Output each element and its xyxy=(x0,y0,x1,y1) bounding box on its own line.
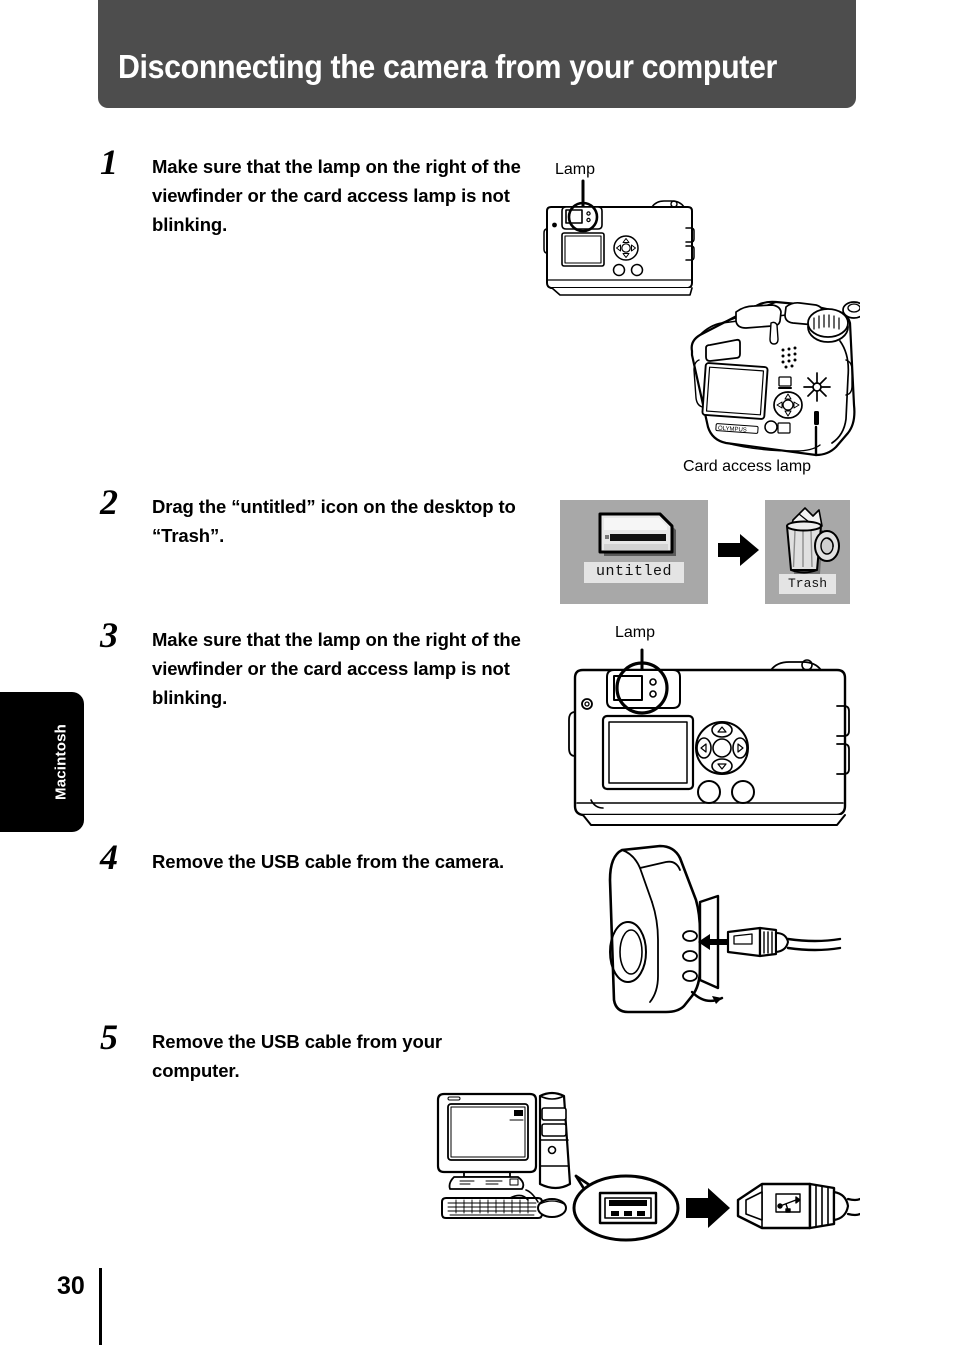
figure-step3-camera-back: Lamp xyxy=(565,620,857,832)
untitled-drive-icon xyxy=(598,512,676,556)
figure-label-card-access-lamp: Card access lamp xyxy=(683,458,812,475)
figure-label-lamp: Lamp xyxy=(615,624,656,641)
footer-divider-rule xyxy=(99,1268,102,1345)
page-header-bar: Disconnecting the camera from your compu… xyxy=(98,0,856,108)
step-text: Make sure that the lamp on the right of … xyxy=(152,629,521,708)
step-number: 2 xyxy=(100,482,118,522)
step-text: Drag the “untitled” icon on the desktop … xyxy=(152,496,516,546)
page-number: 30 xyxy=(57,1272,85,1300)
page-title: Disconnecting the camera from your compu… xyxy=(118,48,777,85)
figure-step4-usb-from-camera xyxy=(600,840,850,1020)
figure-step1-cameras: Lamp Card access lamp OLYMPUS xyxy=(540,155,860,485)
figure-step5-computer-usb xyxy=(430,1080,860,1260)
step-number: 3 xyxy=(100,615,118,655)
figure-label-lamp: Lamp xyxy=(555,161,596,178)
section-tab-label: Macintosh xyxy=(52,724,70,800)
trash-icon-caption: Trash xyxy=(779,574,836,594)
drive-icon-caption: untitled xyxy=(584,562,684,583)
step-text: Remove the USB cable from the camera. xyxy=(152,851,505,872)
step-number: 1 xyxy=(100,142,118,182)
computer-usb-illustration-svg xyxy=(436,1091,860,1242)
section-tab-macintosh: Macintosh xyxy=(0,692,84,832)
step-text: Remove the USB cable from your computer. xyxy=(152,1031,442,1081)
trash-icon-panel: Trash xyxy=(765,500,850,604)
camera-usb-illustration-svg xyxy=(608,844,842,1014)
step-number: 5 xyxy=(100,1017,118,1057)
drag-arrow-icon xyxy=(718,534,759,566)
figure-step2-drag-to-trash: untitled Trash xyxy=(560,500,850,605)
desktop-drive-icon-panel: untitled xyxy=(560,500,708,604)
step-number: 4 xyxy=(100,837,118,877)
camera-illustration-svg: OLYMPUS xyxy=(543,179,860,457)
step-text: Make sure that the lamp on the right of … xyxy=(152,156,521,235)
camera-back-illustration-svg xyxy=(568,648,850,826)
